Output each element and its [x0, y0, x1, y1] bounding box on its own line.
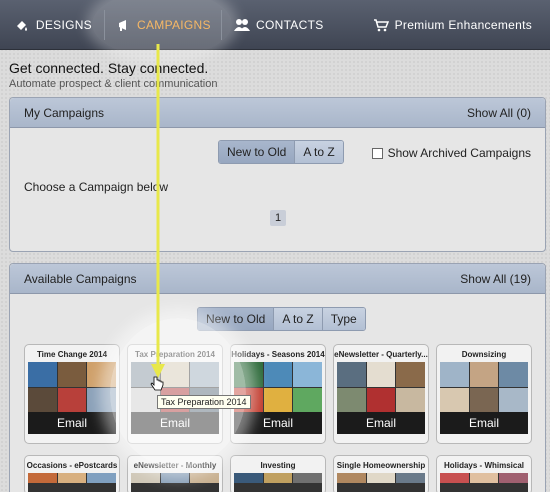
- campaign-card[interactable]: Holidays - Seasons 2014 Email: [230, 344, 326, 444]
- campaign-thumbnail: [337, 362, 425, 412]
- available-campaigns-panel: Available Campaigns Show All (19) New to…: [9, 263, 546, 492]
- email-button[interactable]: Email: [337, 412, 425, 434]
- nav-campaigns[interactable]: CAMPAIGNS: [105, 0, 221, 50]
- nav-premium-label: Premium Enhancements: [394, 17, 532, 32]
- campaign-title: Investing: [260, 461, 296, 470]
- sort-type[interactable]: Type: [322, 308, 365, 330]
- campaign-card[interactable]: Tax Preparation 2014 Email: [127, 344, 223, 444]
- campaign-title: Tax Preparation 2014: [135, 350, 215, 359]
- my-campaigns-title: My Campaigns: [24, 105, 105, 120]
- campaign-card[interactable]: Single Homeownership: [333, 455, 429, 492]
- campaign-title: Time Change 2014: [36, 350, 108, 359]
- available-sort: New to Old A to Z Type: [197, 307, 366, 331]
- page-number[interactable]: 1: [270, 210, 287, 226]
- available-show-all[interactable]: Show All (19): [460, 272, 531, 286]
- campaign-title: Holidays - Whimsical: [443, 461, 525, 470]
- nav-campaigns-label: CAMPAIGNS: [137, 17, 211, 32]
- email-button[interactable]: Email: [131, 412, 219, 434]
- email-button[interactable]: Email: [440, 412, 528, 434]
- sort-a-to-z[interactable]: A to Z: [274, 308, 323, 330]
- campaign-thumbnail: [28, 473, 116, 492]
- campaign-card[interactable]: Occasions - ePostcards: [24, 455, 120, 492]
- paint-bucket-icon: [14, 17, 30, 33]
- my-campaigns-panel: My Campaigns Show All (0) New to Old A t…: [9, 97, 546, 252]
- nav-premium[interactable]: Premium Enhancements: [361, 0, 550, 50]
- campaign-card[interactable]: Holidays - Whimsical: [436, 455, 532, 492]
- campaign-card[interactable]: eNewsletter - Monthly: [127, 455, 223, 492]
- campaign-thumbnail: [234, 473, 322, 492]
- page-tagline: Get connected. Stay connected.: [9, 60, 209, 76]
- campaign-thumbnail: [440, 362, 528, 412]
- email-button[interactable]: Email: [28, 412, 116, 434]
- campaign-card[interactable]: eNewsletter - Quarterly... Email: [333, 344, 429, 444]
- campaign-tooltip: Tax Preparation 2014: [157, 395, 251, 409]
- campaign-thumbnail: [440, 473, 528, 492]
- sort-new-to-old[interactable]: New to Old: [198, 308, 275, 330]
- campaign-title: eNewsletter - Monthly: [133, 461, 217, 470]
- my-campaigns-show-all[interactable]: Show All (0): [467, 106, 531, 120]
- page-subtagline: Automate prospect & client communication: [9, 78, 218, 90]
- available-campaigns-title: Available Campaigns: [24, 271, 137, 286]
- campaign-thumbnail: [337, 473, 425, 492]
- show-archived-toggle[interactable]: Show Archived Campaigns: [371, 146, 531, 160]
- archived-label: Show Archived Campaigns: [387, 146, 531, 160]
- my-campaigns-header: My Campaigns Show All (0): [10, 98, 545, 128]
- campaign-title: Occasions - ePostcards: [26, 461, 118, 470]
- people-icon: [234, 17, 250, 33]
- campaign-card[interactable]: Time Change 2014 Email: [24, 344, 120, 444]
- available-campaigns-header: Available Campaigns Show All (19): [10, 264, 545, 294]
- campaign-title: Single Homeownership: [336, 461, 426, 470]
- archived-checkbox[interactable]: [371, 147, 383, 159]
- top-nav: DESIGNS CAMPAIGNS CONTACTS Premium Enhan…: [0, 0, 550, 50]
- megaphone-icon: [117, 17, 131, 33]
- email-button[interactable]: Email: [234, 412, 322, 434]
- campaign-thumbnail: [28, 362, 116, 412]
- campaign-title: eNewsletter - Quarterly...: [334, 350, 428, 359]
- nav-designs-label: DESIGNS: [35, 17, 92, 32]
- cart-icon: [373, 17, 389, 33]
- sort-a-to-z[interactable]: A to Z: [295, 141, 343, 163]
- campaign-card[interactable]: Investing: [230, 455, 326, 492]
- nav-contacts-label: CONTACTS: [256, 17, 324, 32]
- campaign-thumbnail: [131, 473, 219, 492]
- nav-contacts[interactable]: CONTACTS: [222, 0, 342, 50]
- nav-designs[interactable]: DESIGNS: [0, 0, 104, 50]
- campaign-title: Holidays - Seasons 2014: [231, 350, 325, 359]
- campaign-card[interactable]: Downsizing Email: [436, 344, 532, 444]
- my-campaigns-sort: New to Old A to Z: [218, 140, 344, 164]
- hand-cursor-icon: [150, 376, 164, 397]
- campaign-title: Downsizing: [461, 350, 507, 359]
- empty-campaigns-text: Choose a Campaign below: [24, 180, 169, 194]
- sort-new-to-old[interactable]: New to Old: [219, 141, 296, 163]
